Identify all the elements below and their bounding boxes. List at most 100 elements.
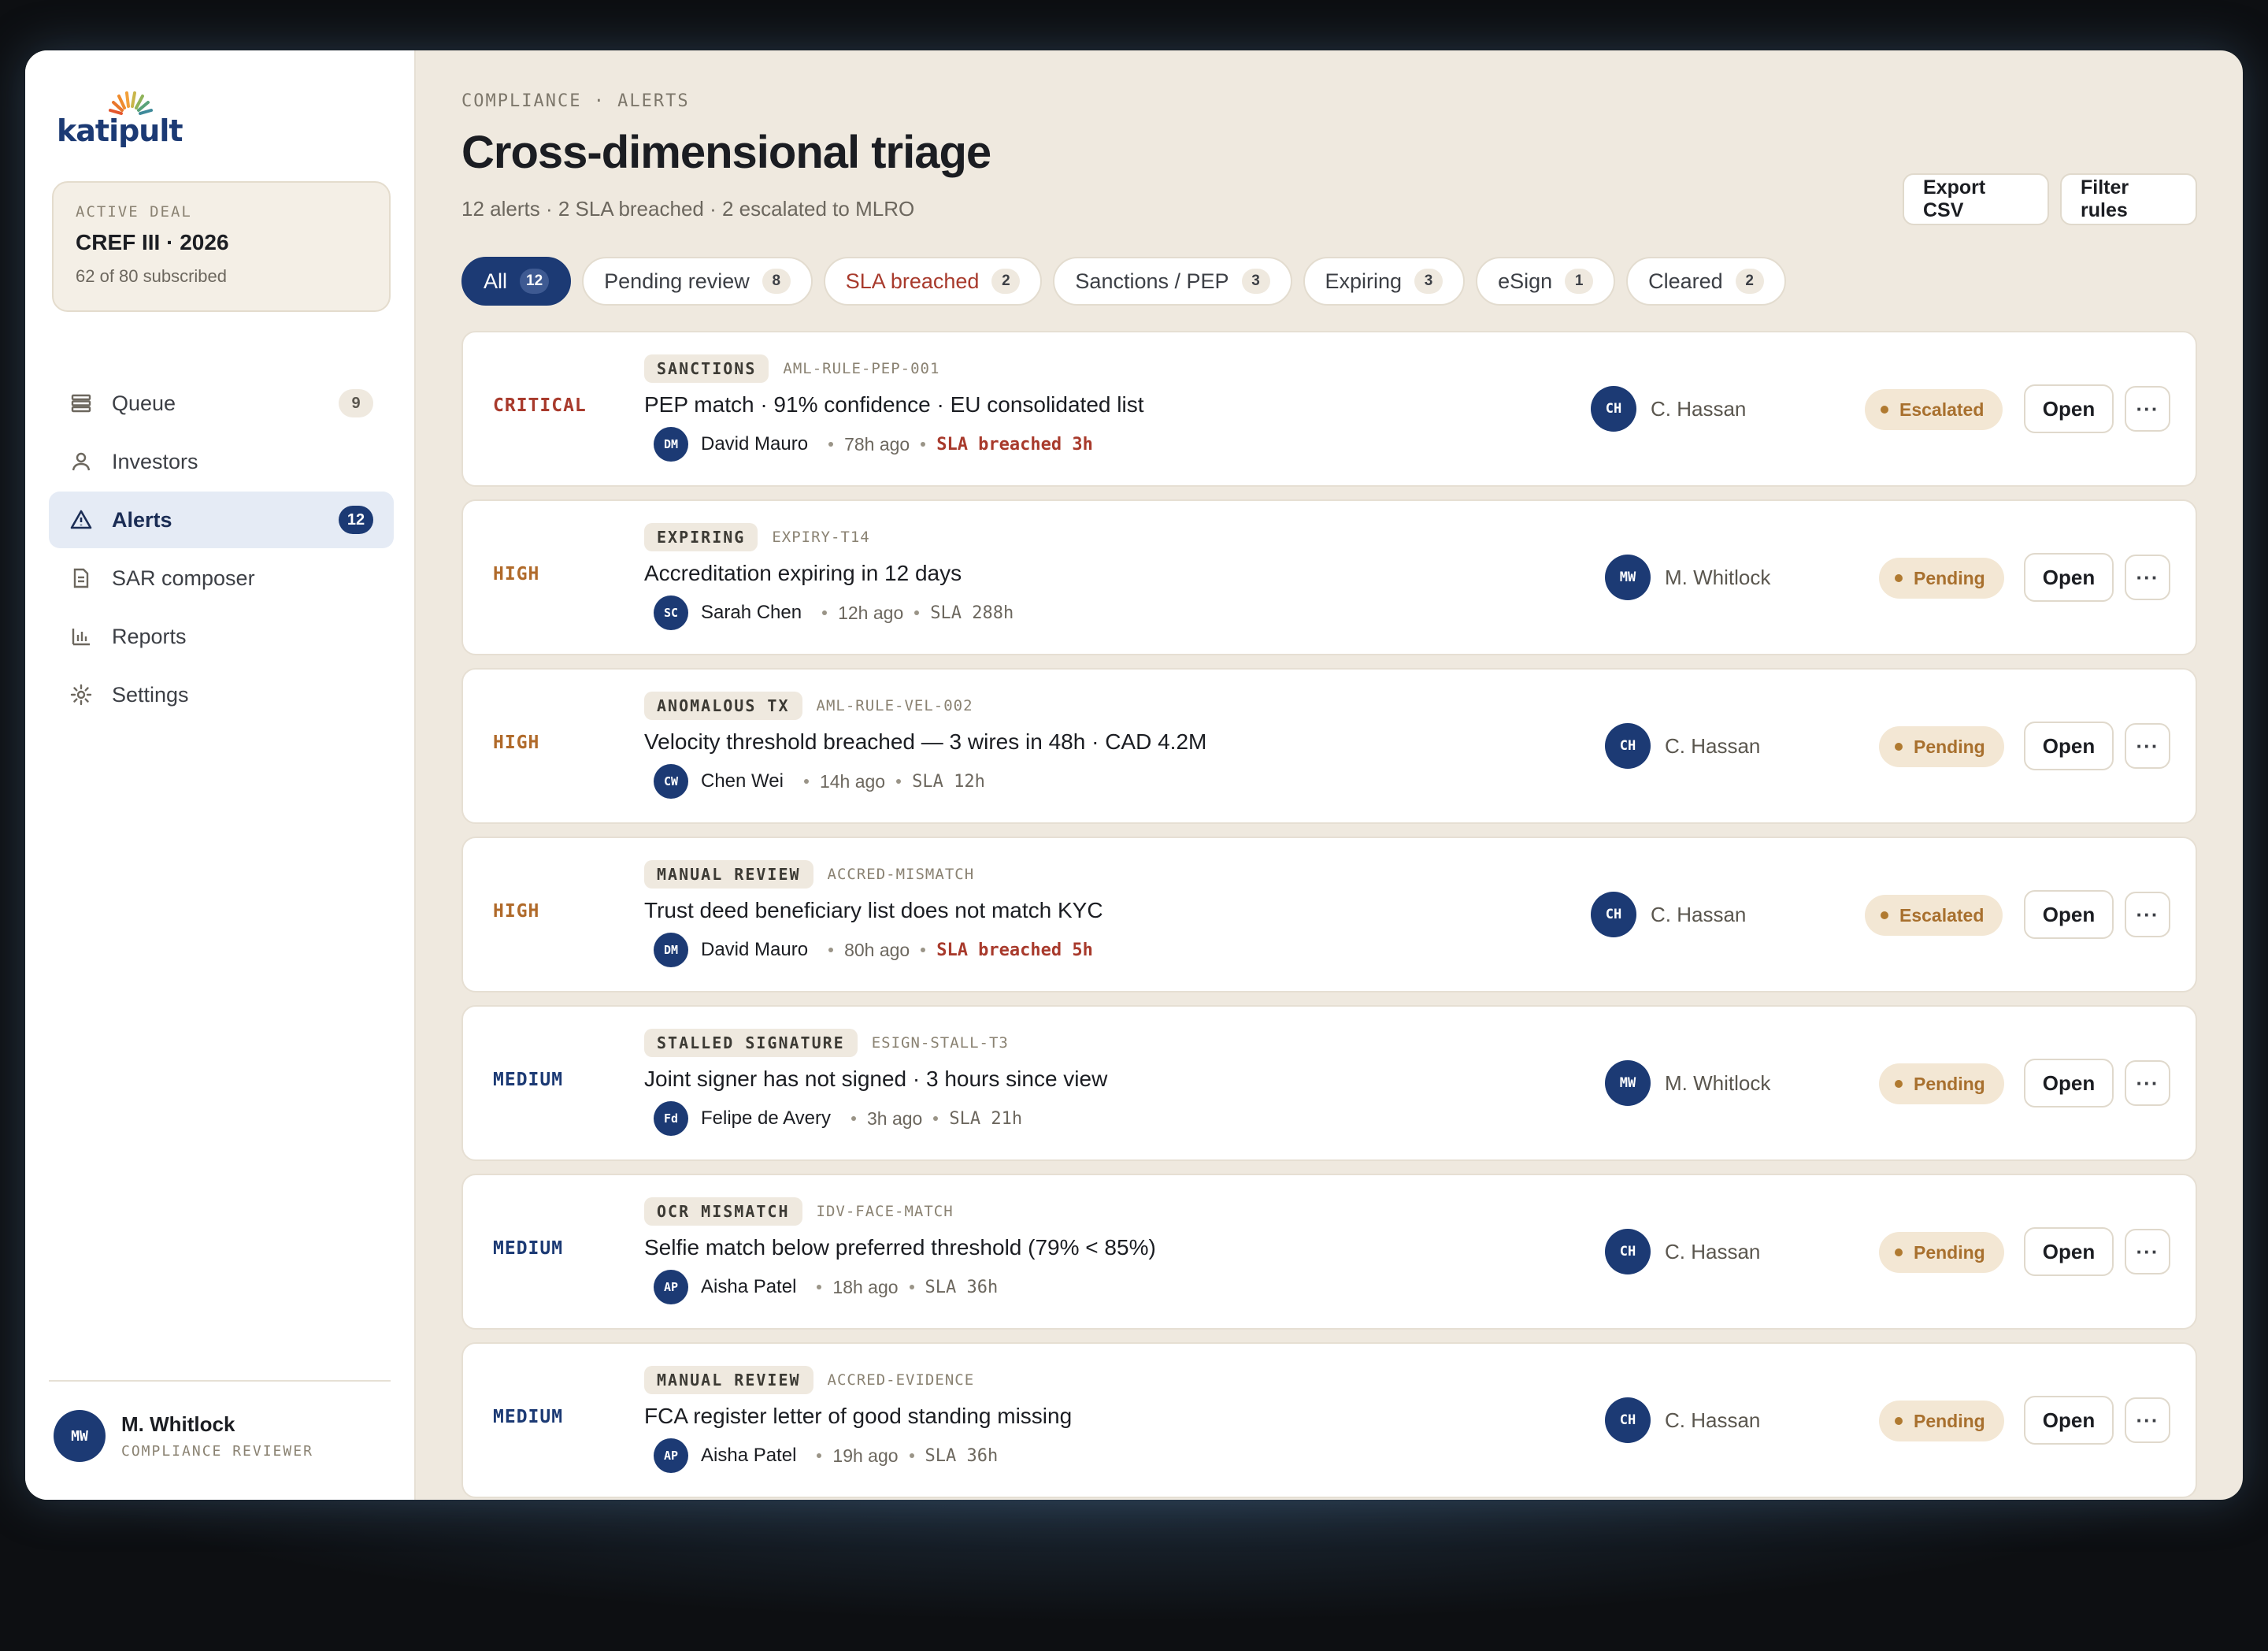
more-options-icon[interactable]: ··· bbox=[2125, 386, 2170, 432]
assignee-avatar: CH bbox=[1605, 1397, 1651, 1443]
alert-row[interactable]: MEDIUM OCR MISMATCH IDV-FACE-MATCH Selfie m… bbox=[461, 1174, 2197, 1330]
assignee[interactable]: CH C. Hassan bbox=[1605, 1397, 1760, 1443]
more-options-icon[interactable]: ··· bbox=[2125, 1229, 2170, 1274]
filter-chip-all[interactable]: All 12 bbox=[461, 257, 572, 306]
rule-id: AML-RULE-VEL-002 bbox=[816, 697, 973, 714]
assignee[interactable]: MW M. Whitlock bbox=[1605, 1060, 1770, 1106]
alert-row[interactable]: MEDIUM STALLED SIGNATURE ESIGN-STALL-T3 Joi… bbox=[461, 1005, 2197, 1161]
filter-rules-button[interactable]: Filter rules bbox=[2060, 173, 2197, 225]
filter-chip-label: eSign bbox=[1498, 269, 1553, 293]
alert-meta: AP Aisha Patel 19h ago SLA 36h bbox=[654, 1438, 998, 1473]
open-button[interactable]: Open bbox=[2024, 1059, 2114, 1107]
rule-id: EXPIRY-T14 bbox=[772, 529, 870, 546]
investor-avatar: CW bbox=[654, 764, 688, 799]
assignee-name: C. Hassan bbox=[1665, 1239, 1761, 1263]
investor-name[interactable]: Sarah Chen bbox=[701, 602, 802, 624]
severity-label: MEDIUM bbox=[493, 1070, 564, 1090]
assignee-name: M. Whitlock bbox=[1665, 565, 1771, 589]
rule-id: AML-RULE-PEP-001 bbox=[783, 360, 940, 377]
assignee-avatar: CH bbox=[1605, 1229, 1651, 1274]
filter-chip-pending-review[interactable]: Pending review 8 bbox=[582, 257, 813, 306]
alert-age: 3h ago bbox=[867, 1107, 923, 1129]
rule-id: IDV-FACE-MATCH bbox=[816, 1203, 954, 1220]
alert-age: 12h ago bbox=[838, 602, 904, 623]
assignee[interactable]: CH C. Hassan bbox=[1605, 723, 1760, 769]
filter-chip-sanctions-pep[interactable]: Sanctions / PEP 3 bbox=[1053, 257, 1292, 306]
assignee-avatar: MW bbox=[1605, 1060, 1651, 1106]
assignee-name: C. Hassan bbox=[1651, 396, 1747, 421]
more-options-icon[interactable]: ··· bbox=[2125, 723, 2170, 769]
assignee-name: C. Hassan bbox=[1651, 902, 1747, 926]
separator-dot bbox=[909, 1285, 914, 1289]
sla-status: SLA breached 3h bbox=[936, 434, 1093, 454]
alert-tagline: EXPIRING EXPIRY-T14 bbox=[644, 523, 870, 551]
filter-chip-cleared[interactable]: Cleared 2 bbox=[1626, 257, 1786, 306]
status-badge: Escalated bbox=[1865, 895, 2003, 936]
separator-dot bbox=[909, 1453, 914, 1458]
rule-id: ACCRED-EVIDENCE bbox=[827, 1371, 975, 1389]
assignee-avatar: MW bbox=[1605, 555, 1651, 600]
investor-name[interactable]: Aisha Patel bbox=[701, 1276, 796, 1298]
status-label: Pending bbox=[1914, 1410, 1985, 1431]
open-button[interactable]: Open bbox=[2024, 553, 2114, 602]
filter-chip-expiring[interactable]: Expiring 3 bbox=[1303, 257, 1466, 306]
alert-tagline: SANCTIONS AML-RULE-PEP-001 bbox=[644, 354, 939, 383]
more-options-icon[interactable]: ··· bbox=[2125, 555, 2170, 600]
alert-tagline: MANUAL REVIEW ACCRED-EVIDENCE bbox=[644, 1366, 974, 1394]
filter-chip-label: Pending review bbox=[604, 269, 750, 293]
filter-chip-sla-breached[interactable]: SLA breached 2 bbox=[823, 257, 1043, 306]
alert-row[interactable]: HIGH EXPIRING EXPIRY-T14 Accreditation expi… bbox=[461, 499, 2197, 655]
investor-name[interactable]: Aisha Patel bbox=[701, 1445, 796, 1467]
alert-age: 19h ago bbox=[832, 1445, 899, 1466]
open-button[interactable]: Open bbox=[2024, 1227, 2114, 1276]
alert-row[interactable]: MEDIUM MANUAL REVIEW ACCRED-EVIDENCE FCA re… bbox=[461, 1342, 2197, 1498]
alerts-list: CRITICAL SANCTIONS AML-RULE-PEP-001 PEP mat… bbox=[461, 331, 2197, 1500]
alert-row[interactable]: CRITICAL SANCTIONS AML-RULE-PEP-001 PEP mat… bbox=[461, 331, 2197, 487]
separator-dot bbox=[896, 779, 902, 784]
open-button[interactable]: Open bbox=[2024, 890, 2114, 939]
status-badge: Pending bbox=[1879, 726, 2004, 767]
status-dot bbox=[1895, 743, 1903, 751]
status-label: Escalated bbox=[1899, 399, 1984, 420]
status-dot bbox=[1895, 1248, 1903, 1256]
status-label: Pending bbox=[1914, 736, 1985, 757]
investor-name[interactable]: David Mauro bbox=[701, 939, 808, 961]
category-tag: MANUAL REVIEW bbox=[644, 1366, 813, 1394]
separator-dot bbox=[933, 1116, 939, 1121]
alert-row[interactable]: HIGH ANOMALOUS TX AML-RULE-VEL-002 Velocity… bbox=[461, 668, 2197, 824]
investor-name[interactable]: David Mauro bbox=[701, 433, 808, 455]
more-options-icon[interactable]: ··· bbox=[2125, 1397, 2170, 1443]
category-tag: MANUAL REVIEW bbox=[644, 860, 813, 889]
assignee[interactable]: CH C. Hassan bbox=[1591, 386, 1746, 432]
filter-chip-esign[interactable]: eSign 1 bbox=[1476, 257, 1616, 306]
investor-name[interactable]: Chen Wei bbox=[701, 770, 784, 792]
assignee[interactable]: MW M. Whitlock bbox=[1605, 555, 1770, 600]
assignee[interactable]: CH C. Hassan bbox=[1591, 892, 1746, 937]
category-tag: OCR MISMATCH bbox=[644, 1197, 802, 1226]
severity-label: HIGH bbox=[493, 901, 540, 922]
more-options-icon[interactable]: ··· bbox=[2125, 892, 2170, 937]
assignee[interactable]: CH C. Hassan bbox=[1605, 1229, 1760, 1274]
status-dot bbox=[1881, 406, 1888, 414]
assignee-name: C. Hassan bbox=[1665, 1408, 1761, 1432]
alert-row[interactable]: HIGH MANUAL REVIEW ACCRED-MISMATCH Trust de… bbox=[461, 837, 2197, 992]
investor-avatar: Fd bbox=[654, 1101, 688, 1136]
alert-age: 78h ago bbox=[844, 433, 910, 454]
sla-status: SLA 21h bbox=[949, 1108, 1023, 1129]
status-badge: Pending bbox=[1879, 558, 2004, 599]
export-csv-button[interactable]: Export CSV bbox=[1903, 173, 2049, 225]
alert-tagline: MANUAL REVIEW ACCRED-MISMATCH bbox=[644, 860, 974, 889]
alert-age: 80h ago bbox=[844, 939, 910, 960]
alert-meta: SC Sarah Chen 12h ago SLA 288h bbox=[654, 595, 1014, 630]
open-button[interactable]: Open bbox=[2024, 722, 2114, 770]
app-window: katipult ACTIVE DEAL CREF III · 2026 62 … bbox=[25, 50, 2243, 1500]
severity-label: CRITICAL bbox=[493, 395, 587, 416]
alert-tagline: STALLED SIGNATURE ESIGN-STALL-T3 bbox=[644, 1029, 1009, 1057]
filter-chip-count: 1 bbox=[1565, 269, 1594, 294]
alert-meta: AP Aisha Patel 18h ago SLA 36h bbox=[654, 1270, 998, 1304]
open-button[interactable]: Open bbox=[2024, 1396, 2114, 1445]
alert-title: Trust deed beneficiary list does not mat… bbox=[644, 898, 1103, 922]
open-button[interactable]: Open bbox=[2024, 384, 2114, 433]
more-options-icon[interactable]: ··· bbox=[2125, 1060, 2170, 1106]
investor-name[interactable]: Felipe de Avery bbox=[701, 1107, 831, 1130]
